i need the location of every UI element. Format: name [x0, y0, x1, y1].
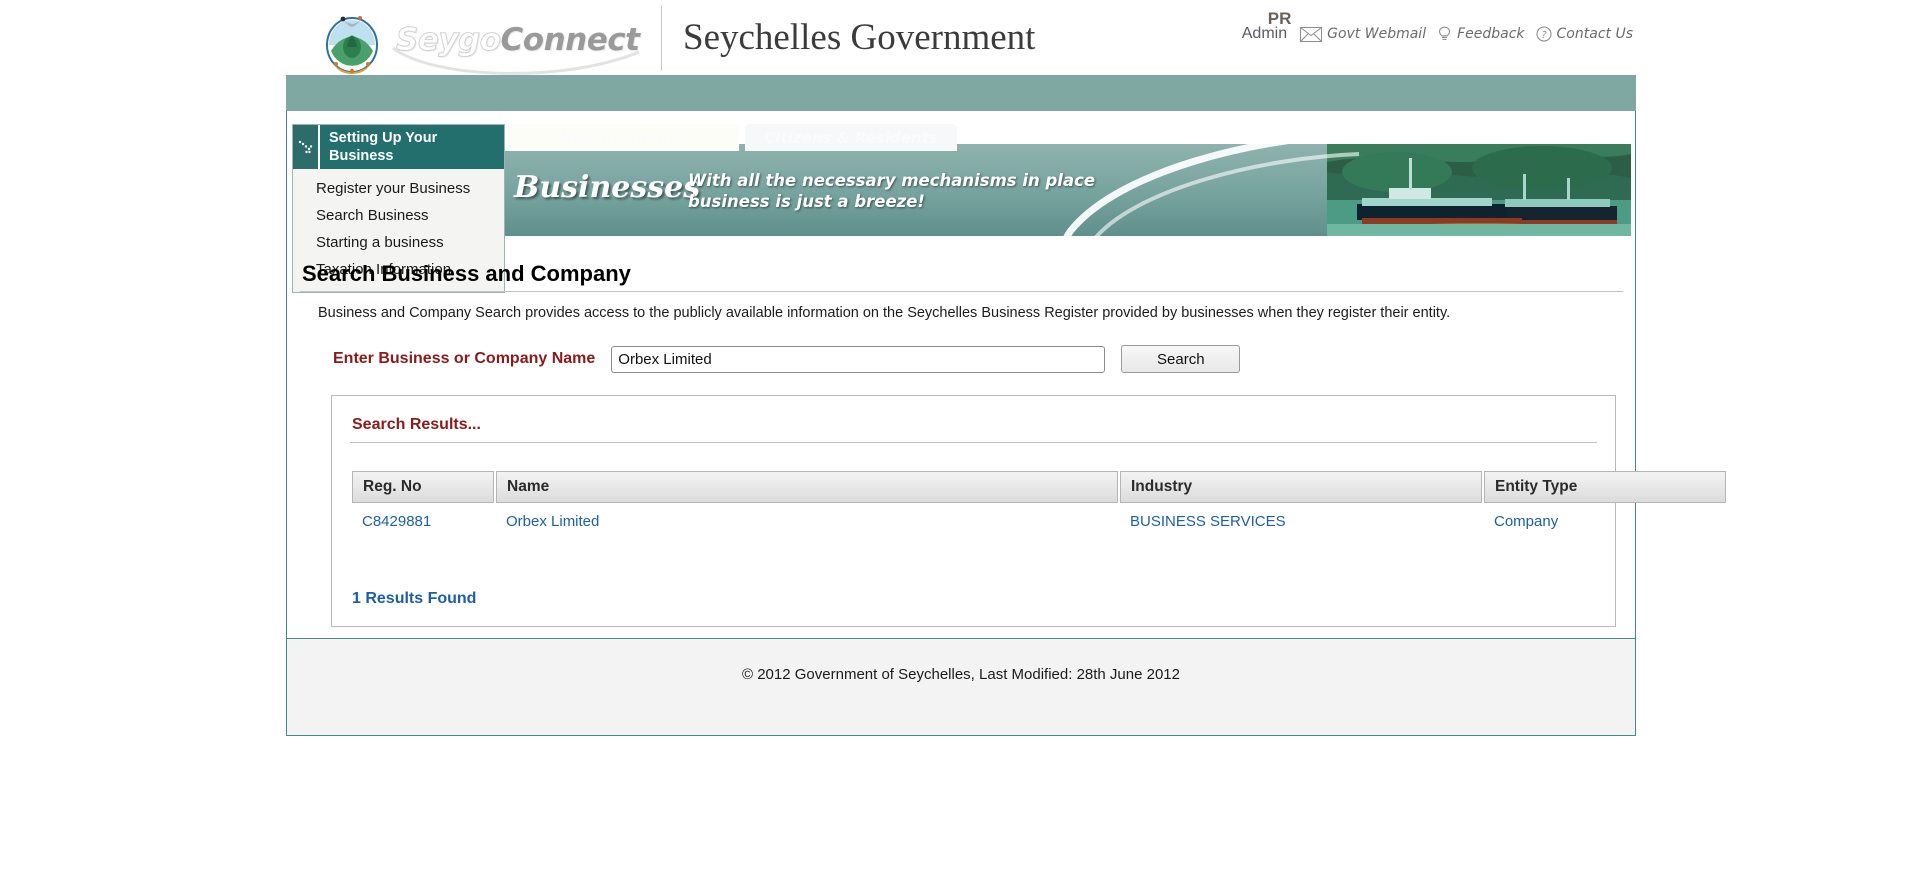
sidebar-item-starting-a-business[interactable]: Starting a business: [293, 229, 504, 256]
column-header-name[interactable]: Name: [496, 471, 1118, 504]
seychelles-coat-of-arms-icon: [321, 7, 383, 75]
banner-body: Businesses With all the necessary mechan…: [505, 144, 1631, 236]
tab-label: New Residents: [559, 128, 685, 147]
nav-link-label: Govt Webmail: [1327, 26, 1427, 42]
page-container: SeygoConnect Seychelles Government PR Ad…: [286, 0, 1726, 895]
nav-link-contact-us[interactable]: ? Contact Us: [1535, 26, 1633, 42]
search-field-label: Enter Business or Company Name: [333, 350, 596, 368]
user-prefix: PR: [1267, 9, 1292, 28]
banner-tab-list: New Residents Citizens & Residents: [505, 124, 957, 151]
column-header-reg-no[interactable]: Reg. No: [352, 471, 494, 504]
search-input[interactable]: [611, 345, 1106, 373]
banner-heading: Businesses: [514, 170, 701, 205]
cell-entity-type: Company: [1484, 503, 1726, 538]
main-content: Search Business and Company Business and…: [300, 261, 1726, 628]
search-results-title: Search Results...: [352, 416, 481, 434]
cell-name: Orbex Limited: [496, 503, 1118, 538]
page-title: Search Business and Company: [302, 261, 631, 286]
link-entity-type[interactable]: Company: [1494, 513, 1558, 530]
harbour-fishing-boats-photo: [1327, 144, 1631, 236]
sidebar-title: Setting Up Your Business: [329, 130, 438, 165]
nav-link-feedback[interactable]: Feedback: [1437, 26, 1525, 42]
table-row: C8429881 Orbex Limited BUSINESS SERVICES…: [352, 503, 1726, 538]
envelope-icon: [1300, 26, 1323, 42]
banner-tagline: With all the necessary mechanisms in pla…: [688, 171, 1096, 212]
tab-label: Citizens & Residents: [764, 128, 938, 147]
cell-industry: BUSINESS SERVICES: [1120, 503, 1482, 538]
table-header-row: Reg. No Name Industry Entity Type: [352, 471, 1726, 504]
sidebar-header: Setting Up Your Business: [293, 125, 504, 170]
cell-reg-no: C8429881: [352, 503, 494, 538]
lightbulb-icon: [1439, 26, 1451, 40]
body-frame: Setting Up Your Business Register your B…: [286, 111, 1726, 638]
user-account-label[interactable]: PR Admin: [1242, 10, 1292, 42]
page-banner: New Residents Citizens & Residents Busin…: [505, 124, 1631, 236]
link-reg-no[interactable]: C8429881: [362, 513, 431, 530]
sidebar-item-search-business[interactable]: Search Business: [293, 202, 504, 229]
search-form: Enter Business or Company Name Search: [300, 323, 1623, 374]
dotted-arrow-icon: [293, 125, 320, 170]
government-title: Seychelles Government: [683, 17, 1036, 58]
results-table: Reg. No Name Industry Entity Type C84298…: [350, 471, 1728, 538]
search-button[interactable]: Search: [1121, 345, 1241, 374]
svg-text:?: ?: [1541, 30, 1547, 41]
column-header-entity-type[interactable]: Entity Type: [1484, 471, 1726, 504]
site-footer: © 2012 Government of Seychelles, Last Mo…: [286, 638, 1636, 736]
question-mark-icon: ?: [1535, 26, 1552, 42]
sidebar-item-label: Starting a business: [316, 234, 444, 252]
column-header-industry[interactable]: Industry: [1120, 471, 1482, 504]
results-divider: [350, 442, 1597, 444]
page-description: Business and Company Search provides acc…: [318, 305, 1451, 321]
sidebar-item-label: Register your Business: [316, 180, 471, 198]
sidebar-item-label: Search Business: [316, 207, 429, 225]
sidebar-item-register-your-business[interactable]: Register your Business: [293, 175, 504, 202]
header-divider: [661, 5, 662, 71]
nav-link-govt-webmail[interactable]: Govt Webmail: [1300, 26, 1426, 42]
nav-link-label: Feedback: [1457, 26, 1525, 42]
footer-copyright: © 2012 Government of Seychelles, Last Mo…: [742, 666, 1180, 683]
tab-citizens-and-residents[interactable]: Citizens & Residents: [745, 124, 957, 151]
link-industry[interactable]: BUSINESS SERVICES: [1130, 513, 1286, 530]
search-results-panel: Search Results... Reg. No Name Industry …: [331, 395, 1726, 628]
teal-accent-band: [286, 74, 1636, 111]
site-header: SeygoConnect Seychelles Government PR Ad…: [286, 0, 1636, 75]
results-count: 1 Results Found: [352, 590, 477, 608]
nav-link-label: Contact Us: [1556, 26, 1633, 42]
logo-swoosh-decoration: [392, 46, 640, 75]
tab-new-residents[interactable]: New Residents: [505, 124, 739, 151]
title-divider: [300, 291, 1623, 292]
top-navigation: PR Admin Govt Webmail Feedback ? Contact…: [1242, 10, 1633, 42]
link-company-name[interactable]: Orbex Limited: [506, 513, 599, 530]
